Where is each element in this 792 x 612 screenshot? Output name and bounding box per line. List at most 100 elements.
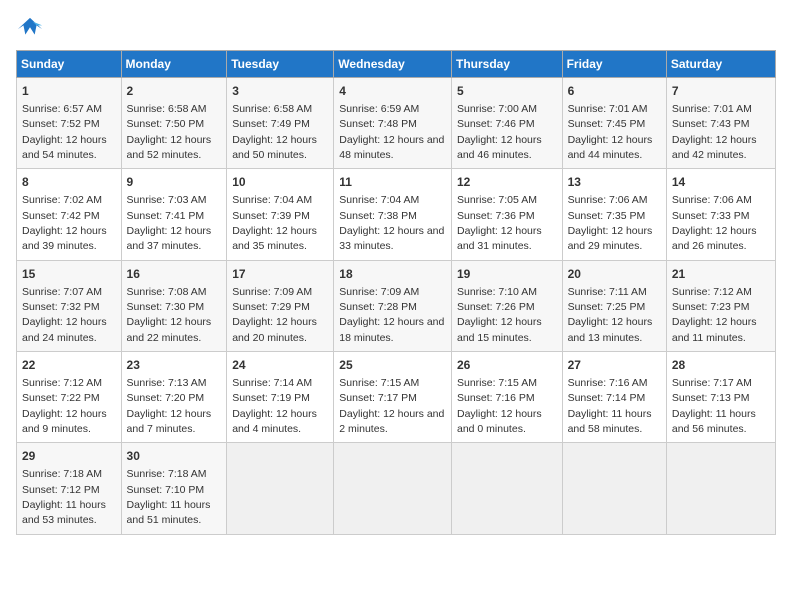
day-number: 19: [457, 266, 557, 283]
day-sunrise: Sunrise: 6:59 AM: [339, 103, 419, 115]
day-daylight-label: Daylight: 12 hours and 54 minutes.: [22, 134, 107, 161]
calendar-cell: 5 Sunrise: 7:00 AM Sunset: 7:46 PM Dayli…: [451, 78, 562, 169]
calendar-cell: 4 Sunrise: 6:59 AM Sunset: 7:48 PM Dayli…: [334, 78, 452, 169]
day-daylight-label: Daylight: 11 hours and 56 minutes.: [672, 408, 756, 435]
day-sunset: Sunset: 7:20 PM: [127, 392, 205, 404]
calendar-cell: 23 Sunrise: 7:13 AM Sunset: 7:20 PM Dayl…: [121, 352, 227, 443]
day-sunrise: Sunrise: 7:14 AM: [232, 377, 312, 389]
calendar-cell: 12 Sunrise: 7:05 AM Sunset: 7:36 PM Dayl…: [451, 169, 562, 260]
calendar-cell: 28 Sunrise: 7:17 AM Sunset: 7:13 PM Dayl…: [666, 352, 775, 443]
day-daylight-label: Daylight: 11 hours and 53 minutes.: [22, 499, 106, 526]
calendar-cell: 29 Sunrise: 7:18 AM Sunset: 7:12 PM Dayl…: [17, 443, 122, 534]
day-daylight-label: Daylight: 12 hours and 42 minutes.: [672, 134, 757, 161]
day-number: 13: [568, 174, 661, 191]
calendar-cell: 17 Sunrise: 7:09 AM Sunset: 7:29 PM Dayl…: [227, 260, 334, 351]
calendar-cell: 22 Sunrise: 7:12 AM Sunset: 7:22 PM Dayl…: [17, 352, 122, 443]
header: [16, 16, 776, 44]
calendar-cell: [334, 443, 452, 534]
day-sunrise: Sunrise: 7:18 AM: [22, 468, 102, 480]
calendar-cell: [666, 443, 775, 534]
calendar-cell: 20 Sunrise: 7:11 AM Sunset: 7:25 PM Dayl…: [562, 260, 666, 351]
day-number: 29: [22, 448, 116, 465]
calendar-cell: 21 Sunrise: 7:12 AM Sunset: 7:23 PM Dayl…: [666, 260, 775, 351]
day-daylight-label: Daylight: 12 hours and 29 minutes.: [568, 225, 653, 252]
day-sunset: Sunset: 7:30 PM: [127, 301, 205, 313]
day-number: 12: [457, 174, 557, 191]
day-sunset: Sunset: 7:35 PM: [568, 210, 646, 222]
day-sunrise: Sunrise: 7:11 AM: [568, 286, 647, 298]
day-sunrise: Sunrise: 7:03 AM: [127, 194, 207, 206]
day-number: 2: [127, 83, 222, 100]
calendar-cell: 6 Sunrise: 7:01 AM Sunset: 7:45 PM Dayli…: [562, 78, 666, 169]
day-sunset: Sunset: 7:17 PM: [339, 392, 417, 404]
day-sunset: Sunset: 7:52 PM: [22, 118, 100, 130]
day-sunset: Sunset: 7:45 PM: [568, 118, 646, 130]
day-sunset: Sunset: 7:14 PM: [568, 392, 646, 404]
day-daylight-label: Daylight: 12 hours and 22 minutes.: [127, 316, 212, 343]
day-header-sunday: Sunday: [17, 51, 122, 78]
day-sunrise: Sunrise: 7:06 AM: [672, 194, 752, 206]
day-sunset: Sunset: 7:50 PM: [127, 118, 205, 130]
calendar-cell: 13 Sunrise: 7:06 AM Sunset: 7:35 PM Dayl…: [562, 169, 666, 260]
day-sunset: Sunset: 7:16 PM: [457, 392, 535, 404]
day-number: 1: [22, 83, 116, 100]
calendar-cell: 9 Sunrise: 7:03 AM Sunset: 7:41 PM Dayli…: [121, 169, 227, 260]
day-sunrise: Sunrise: 7:06 AM: [568, 194, 648, 206]
day-daylight-label: Daylight: 11 hours and 51 minutes.: [127, 499, 211, 526]
day-daylight-label: Daylight: 12 hours and 15 minutes.: [457, 316, 542, 343]
calendar-cell: 2 Sunrise: 6:58 AM Sunset: 7:50 PM Dayli…: [121, 78, 227, 169]
day-sunset: Sunset: 7:48 PM: [339, 118, 417, 130]
day-daylight-label: Daylight: 12 hours and 2 minutes.: [339, 408, 444, 435]
day-sunset: Sunset: 7:39 PM: [232, 210, 310, 222]
day-sunset: Sunset: 7:49 PM: [232, 118, 310, 130]
calendar-week-1: 1 Sunrise: 6:57 AM Sunset: 7:52 PM Dayli…: [17, 78, 776, 169]
day-daylight-label: Daylight: 12 hours and 13 minutes.: [568, 316, 653, 343]
day-daylight-label: Daylight: 12 hours and 33 minutes.: [339, 225, 444, 252]
day-daylight-label: Daylight: 12 hours and 50 minutes.: [232, 134, 317, 161]
day-sunset: Sunset: 7:23 PM: [672, 301, 750, 313]
day-number: 10: [232, 174, 328, 191]
day-daylight-label: Daylight: 12 hours and 31 minutes.: [457, 225, 542, 252]
day-sunset: Sunset: 7:12 PM: [22, 484, 100, 496]
day-sunrise: Sunrise: 7:02 AM: [22, 194, 102, 206]
day-number: 11: [339, 174, 446, 191]
day-sunrise: Sunrise: 7:00 AM: [457, 103, 537, 115]
day-sunset: Sunset: 7:38 PM: [339, 210, 417, 222]
calendar-cell: 1 Sunrise: 6:57 AM Sunset: 7:52 PM Dayli…: [17, 78, 122, 169]
day-sunset: Sunset: 7:26 PM: [457, 301, 535, 313]
day-sunrise: Sunrise: 7:04 AM: [232, 194, 312, 206]
day-number: 14: [672, 174, 770, 191]
day-sunrise: Sunrise: 7:10 AM: [457, 286, 537, 298]
day-daylight-label: Daylight: 12 hours and 0 minutes.: [457, 408, 542, 435]
day-sunrise: Sunrise: 6:57 AM: [22, 103, 102, 115]
day-sunrise: Sunrise: 7:16 AM: [568, 377, 648, 389]
day-sunrise: Sunrise: 7:09 AM: [232, 286, 312, 298]
day-number: 7: [672, 83, 770, 100]
day-sunrise: Sunrise: 7:17 AM: [672, 377, 752, 389]
day-sunset: Sunset: 7:42 PM: [22, 210, 100, 222]
day-header-tuesday: Tuesday: [227, 51, 334, 78]
day-daylight-label: Daylight: 12 hours and 18 minutes.: [339, 316, 444, 343]
day-number: 15: [22, 266, 116, 283]
day-sunset: Sunset: 7:22 PM: [22, 392, 100, 404]
day-sunrise: Sunrise: 7:15 AM: [457, 377, 537, 389]
calendar-cell: 11 Sunrise: 7:04 AM Sunset: 7:38 PM Dayl…: [334, 169, 452, 260]
day-header-friday: Friday: [562, 51, 666, 78]
day-number: 18: [339, 266, 446, 283]
calendar-cell: 8 Sunrise: 7:02 AM Sunset: 7:42 PM Dayli…: [17, 169, 122, 260]
day-number: 22: [22, 357, 116, 374]
day-daylight-label: Daylight: 12 hours and 44 minutes.: [568, 134, 653, 161]
day-header-monday: Monday: [121, 51, 227, 78]
calendar-header: SundayMondayTuesdayWednesdayThursdayFrid…: [17, 51, 776, 78]
day-sunrise: Sunrise: 7:01 AM: [672, 103, 752, 115]
day-sunset: Sunset: 7:43 PM: [672, 118, 750, 130]
calendar-cell: 26 Sunrise: 7:15 AM Sunset: 7:16 PM Dayl…: [451, 352, 562, 443]
day-sunrise: Sunrise: 7:05 AM: [457, 194, 537, 206]
day-sunrise: Sunrise: 7:04 AM: [339, 194, 419, 206]
calendar-cell: 30 Sunrise: 7:18 AM Sunset: 7:10 PM Dayl…: [121, 443, 227, 534]
day-number: 16: [127, 266, 222, 283]
day-sunrise: Sunrise: 6:58 AM: [127, 103, 207, 115]
day-sunrise: Sunrise: 6:58 AM: [232, 103, 312, 115]
day-daylight-label: Daylight: 12 hours and 24 minutes.: [22, 316, 107, 343]
day-daylight-label: Daylight: 12 hours and 52 minutes.: [127, 134, 212, 161]
